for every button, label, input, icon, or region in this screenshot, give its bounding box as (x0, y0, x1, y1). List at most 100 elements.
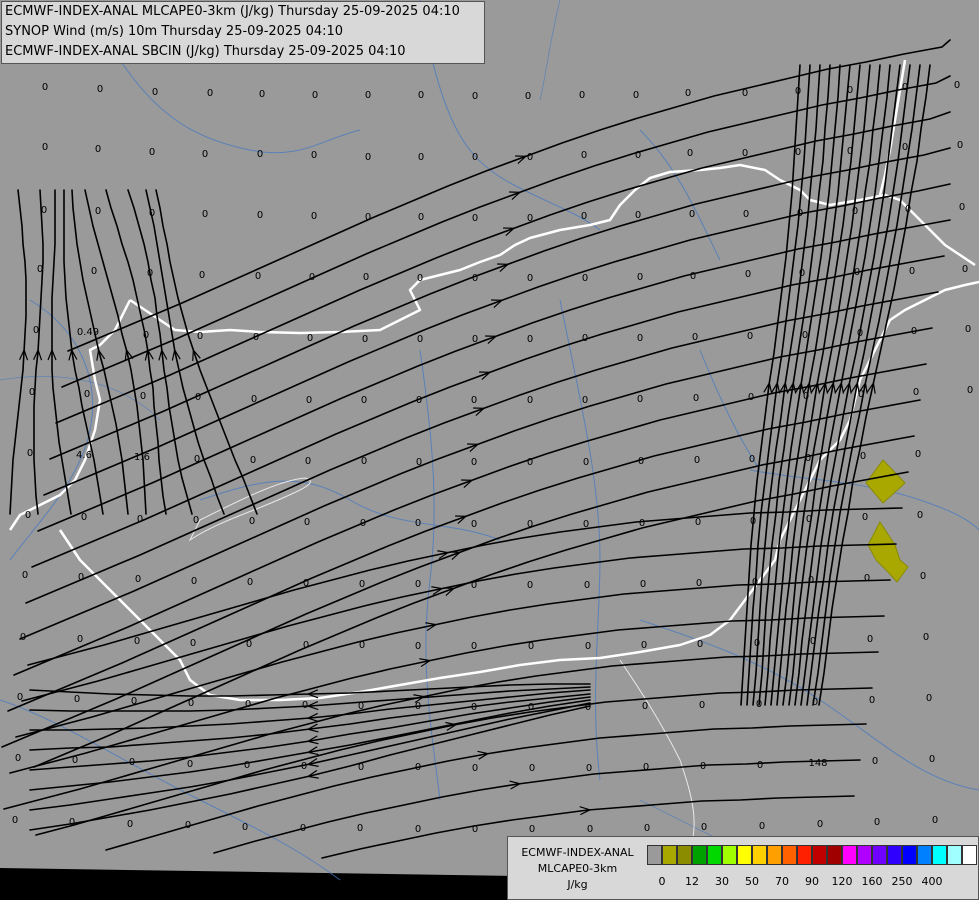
station-value: 0 (187, 759, 193, 770)
station-value: 0 (874, 817, 880, 828)
station-value: 0 (304, 517, 310, 528)
station-value: 0 (585, 641, 591, 652)
station-value: 1.6 (134, 452, 150, 463)
station-value: 0 (33, 325, 39, 336)
station-value: 0 (583, 519, 589, 530)
header-line-2: SYNOP Wind (m/s) 10m Thursday 25-09-2025… (5, 24, 344, 39)
station-value: 0 (191, 576, 197, 587)
station-value: 0 (700, 761, 706, 772)
station-value: 0 (365, 212, 371, 223)
station-value: 0 (585, 702, 591, 713)
legend-swatch (887, 845, 902, 865)
station-value: 0 (959, 202, 965, 213)
station-value: 0 (748, 392, 754, 403)
station-value: 0 (802, 330, 808, 341)
station-value: 0 (135, 574, 141, 585)
station-value: 0 (416, 457, 422, 468)
station-value: 0 (579, 90, 585, 101)
station-value: 0 (917, 510, 923, 521)
station-value: 0 (902, 82, 908, 93)
station-value: 0 (920, 571, 926, 582)
legend-swatch (902, 845, 917, 865)
station-value: 0 (37, 264, 43, 275)
legend-swatch (932, 845, 947, 865)
station-value: 0 (77, 634, 83, 645)
station-value: 0 (957, 140, 963, 151)
station-value: 0 (127, 819, 133, 830)
station-value: 0 (639, 518, 645, 529)
station-value: 0 (149, 208, 155, 219)
legend-tick-label: 70 (775, 875, 789, 888)
station-value: 148 (808, 758, 827, 769)
station-value: 0 (471, 457, 477, 468)
station-value: 0 (472, 91, 478, 102)
legend-tick-label: 50 (745, 875, 759, 888)
station-value: 0 (360, 518, 366, 529)
station-value: 0 (22, 570, 28, 581)
station-value: 0 (867, 634, 873, 645)
station-value: 0 (365, 152, 371, 163)
station-value: 0 (303, 640, 309, 651)
station-value: 0 (749, 454, 755, 465)
station-value: 0 (690, 271, 696, 282)
station-value: 0 (91, 266, 97, 277)
station-value: 0 (527, 395, 533, 406)
station-value: 0.49 (77, 327, 99, 338)
station-value: 0 (357, 823, 363, 834)
station-value: 0 (305, 456, 311, 467)
header-line-1: ECMWF-INDEX-ANAL MLCAPE0-3km (J/kg) Thur… (5, 4, 460, 19)
legend-swatch (842, 845, 857, 865)
station-value: 0 (915, 449, 921, 460)
legend-tick-label: 400 (921, 875, 943, 888)
color-legend: ECMWF-INDEX-ANAL MLCAPE0-3km J/kg 0 12 30 5… (507, 836, 979, 900)
station-value: 0 (242, 822, 248, 833)
station-value: 4.6 (76, 450, 92, 461)
station-value: 0 (582, 395, 588, 406)
station-value: 0 (20, 632, 26, 643)
station-value: 0 (362, 334, 368, 345)
station-value: 0 (27, 448, 33, 459)
station-value: 0 (193, 515, 199, 526)
station-value: 0 (932, 815, 938, 826)
station-value: 0 (795, 86, 801, 97)
station-value: 0 (909, 266, 915, 277)
station-value: 0 (805, 453, 811, 464)
station-value: 0 (472, 213, 478, 224)
station-value: 0 (637, 272, 643, 283)
station-value: 0 (72, 755, 78, 766)
station-value: 0 (134, 636, 140, 647)
legend-swatch (707, 845, 722, 865)
station-value: 0 (199, 270, 205, 281)
station-value: 0 (694, 455, 700, 466)
station-value: 0 (311, 211, 317, 222)
station-value: 0 (810, 636, 816, 647)
station-value: 0 (701, 822, 707, 833)
legend-swatch (962, 845, 977, 865)
station-value: 0 (913, 387, 919, 398)
station-value: 0 (131, 696, 137, 707)
station-value: 0 (582, 273, 588, 284)
legend-title-param: MLCAPE0-3km (537, 862, 618, 875)
station-value: 0 (472, 273, 478, 284)
station-value: 0 (302, 700, 308, 711)
station-value: 0 (687, 148, 693, 159)
station-value: 0 (418, 90, 424, 101)
legend-swatch (827, 845, 842, 865)
station-value: 0 (418, 152, 424, 163)
station-value: 0 (245, 699, 251, 710)
station-value: 0 (472, 152, 478, 163)
station-value: 0 (965, 324, 971, 335)
station-value: 0 (415, 762, 421, 773)
station-value: 0 (905, 204, 911, 215)
station-value: 0 (582, 333, 588, 344)
station-value: 0 (358, 701, 364, 712)
station-value: 0 (471, 580, 477, 591)
station-value: 0 (301, 761, 307, 772)
station-value: 0 (257, 149, 263, 160)
station-value: 0 (140, 391, 146, 402)
station-value: 0 (644, 823, 650, 834)
station-value: 0 (527, 519, 533, 530)
station-value: 0 (17, 692, 23, 703)
station-value: 0 (195, 392, 201, 403)
station-value: 0 (799, 268, 805, 279)
